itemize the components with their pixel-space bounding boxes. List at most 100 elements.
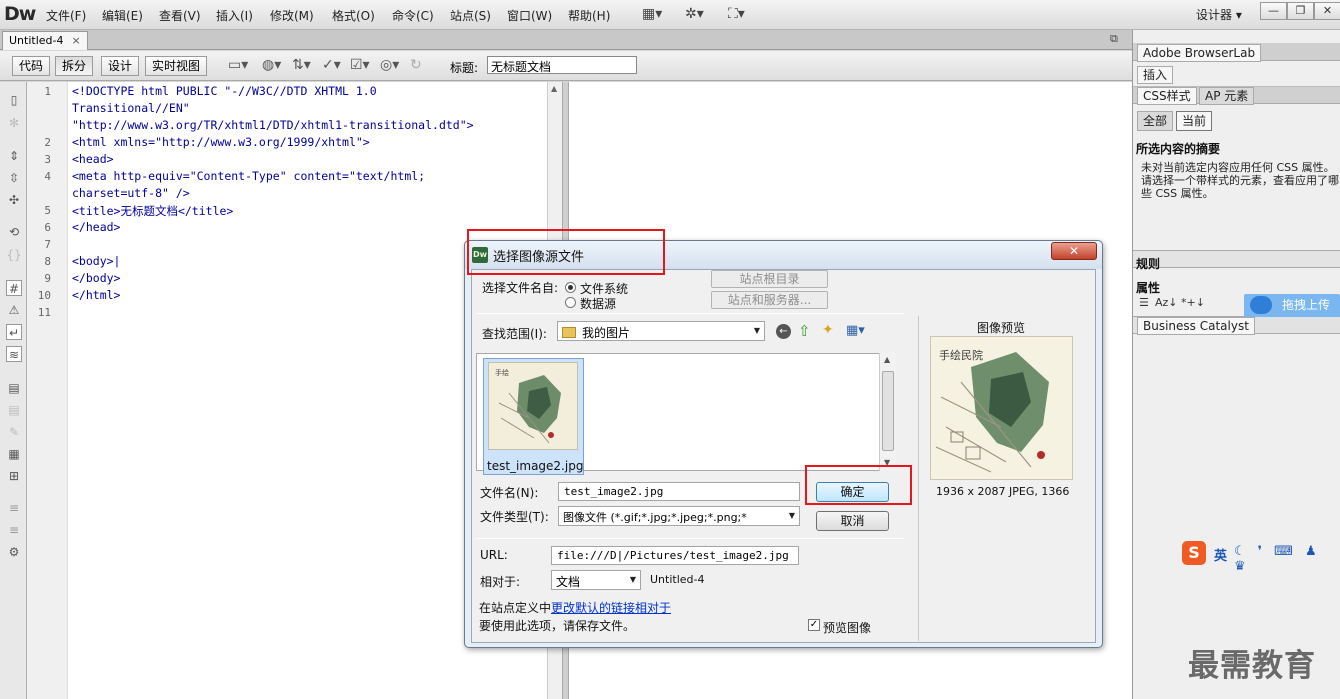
wrap-tag-icon[interactable]: ✎	[6, 424, 22, 440]
ime-tools-icon[interactable]: ☾ ❜ ⌨ ♟ ♛	[1234, 544, 1340, 574]
file-list-scrollbar[interactable]: ▲ ▼	[879, 353, 896, 471]
live-view-button[interactable]: 实时视图	[145, 56, 208, 76]
format-source-icon[interactable]: ⚙	[6, 544, 22, 560]
line-number: 4	[44, 170, 51, 183]
word-wrap-icon[interactable]: ↵	[6, 324, 22, 340]
coding-toolbar: ▯ ✻ ⇕ ⇳ ✣ ⟲ {} # ⚠ ↵ ≋ ▤ ▤ ✎ ▦ ⊞ ≡ ≡ ⚙	[0, 82, 27, 699]
tab-untitled-4[interactable]: Untitled-4 ×	[2, 31, 88, 50]
datasource-radio-label[interactable]: 数据源	[580, 295, 616, 312]
dialog-close-button[interactable]: ✕	[1051, 242, 1097, 260]
filetype-select[interactable]: 图像文件 (*.gif;*.jpg;*.jpeg;*.png;* ▼	[558, 506, 800, 526]
open-documents-icon[interactable]: ▯	[6, 92, 22, 108]
outdent-icon[interactable]: ≡	[6, 522, 22, 538]
file-management-icon[interactable]: ⇅▾	[292, 57, 311, 73]
sort-az-icon[interactable]: Az↓	[1155, 296, 1178, 309]
view-menu-icon[interactable]: ▦▾	[846, 323, 865, 338]
site-and-servers-button[interactable]: 站点和服务器...	[711, 291, 828, 309]
back-icon[interactable]: ←	[776, 324, 791, 339]
filename-input[interactable]: test_image2.jpg	[558, 482, 800, 501]
highlight-invalid-icon[interactable]: ⚠	[6, 302, 22, 318]
design-view-button[interactable]: 设计	[101, 56, 140, 76]
syntax-coloring-icon[interactable]: ≋	[6, 346, 22, 362]
collapse-selection-icon[interactable]: ⇳	[6, 170, 22, 186]
line-number: 8	[44, 255, 51, 268]
multiscreen-icon[interactable]: ▭▾	[228, 57, 248, 73]
look-in-select[interactable]: 我的图片 ▼	[557, 321, 765, 341]
menu-edit[interactable]: 编辑(E)	[102, 7, 143, 24]
restore-button[interactable]: ❐	[1287, 2, 1314, 20]
restore-doc-icon[interactable]: ⧉	[1110, 32, 1118, 46]
preview-checkbox[interactable]: ✓	[808, 619, 820, 631]
scroll-thumb[interactable]	[882, 371, 894, 451]
menu-help[interactable]: 帮助(H)	[568, 7, 610, 24]
datasource-radio[interactable]	[565, 297, 576, 308]
new-folder-icon[interactable]: ✦	[822, 322, 834, 338]
tab-insert[interactable]: 插入	[1137, 66, 1174, 84]
site-root-button[interactable]: 站点根目录	[711, 270, 828, 288]
look-in-label: 查找范围(I):	[482, 327, 547, 341]
menu-commands[interactable]: 命令(C)	[392, 7, 434, 24]
category-view-icon[interactable]: ☰	[1139, 296, 1149, 309]
ime-lang-label[interactable]: 英	[1214, 545, 1227, 564]
menu-file[interactable]: 文件(F)	[46, 7, 86, 24]
collapse-tag-icon[interactable]: ⇕	[6, 148, 22, 164]
line-numbers-icon[interactable]: #	[6, 280, 22, 296]
line-number: 10	[37, 289, 51, 302]
tab-close-icon[interactable]: ×	[71, 34, 80, 47]
balance-braces-icon[interactable]: {}	[6, 247, 22, 263]
apply-comment-icon[interactable]: ▤	[6, 380, 22, 396]
menu-window[interactable]: 窗口(W)	[507, 7, 552, 24]
change-default-link[interactable]: 更改默认的链接相对于	[551, 601, 671, 615]
url-input[interactable]: file:///D|/Pictures/test_image2.jpg	[551, 546, 799, 565]
tab-adobe-browserlab[interactable]: Adobe BrowserLab	[1137, 44, 1262, 62]
gear-icon[interactable]: ✲▾	[685, 6, 704, 22]
check-browser-icon[interactable]: ☑▾	[350, 57, 370, 73]
code-view-button[interactable]: 代码	[12, 56, 51, 76]
sogou-icon[interactable]: S	[1182, 541, 1206, 565]
remove-comment-icon[interactable]: ▤	[6, 402, 22, 418]
show-code-navigator-icon[interactable]: ✻	[6, 115, 22, 131]
scroll-up-icon[interactable]: ▲	[551, 84, 557, 93]
workspace-switcher[interactable]: 设计器 ▾	[1196, 6, 1242, 23]
split-view-button[interactable]: 拆分	[55, 56, 94, 76]
cancel-button[interactable]: 取消	[816, 511, 889, 531]
w3c-validation-icon[interactable]: ✓▾	[322, 57, 341, 73]
up-folder-icon[interactable]: ⇧	[798, 322, 811, 340]
menu-bar: Dw 文件(F) 编辑(E) 查看(V) 插入(I) 修改(M) 格式(O) 命…	[0, 0, 1340, 30]
set-properties-icon[interactable]: *+↓	[1181, 296, 1205, 309]
tab-css-styles[interactable]: CSS样式	[1137, 87, 1197, 105]
menu-site[interactable]: 站点(S)	[450, 7, 491, 24]
layout-icon[interactable]: ▦▾	[642, 6, 662, 22]
move-css-icon[interactable]: ⊞	[6, 468, 22, 484]
refresh-icon[interactable]: ↻	[410, 57, 422, 73]
filesystem-radio[interactable]	[565, 282, 576, 293]
minimize-button[interactable]: —	[1260, 2, 1287, 20]
document-title-input[interactable]: 无标题文档	[487, 56, 637, 74]
close-window-button[interactable]: ✕	[1314, 2, 1340, 20]
relative-to-label: 相对于:	[480, 575, 521, 589]
browser-preview-icon[interactable]: ◍▾	[262, 57, 281, 73]
all-mode-button[interactable]: 全部	[1137, 111, 1174, 131]
indent-icon[interactable]: ≡	[6, 500, 22, 516]
menu-modify[interactable]: 修改(M)	[270, 7, 314, 24]
relative-to-select[interactable]: 文档 ▼	[551, 570, 641, 590]
site-icon[interactable]: ⛶▾	[728, 6, 745, 22]
select-parent-tag-icon[interactable]: ⟲	[6, 224, 22, 240]
tab-business-catalyst[interactable]: Business Catalyst	[1137, 317, 1255, 335]
recent-snippets-icon[interactable]: ▦	[6, 446, 22, 462]
rules-divider[interactable]	[1133, 250, 1340, 268]
menu-insert[interactable]: 插入(I)	[216, 7, 253, 24]
scroll-up-icon[interactable]: ▲	[884, 355, 890, 364]
preview-checkbox-label[interactable]: 预览图像	[823, 619, 871, 636]
menu-view[interactable]: 查看(V)	[159, 7, 201, 24]
expand-all-icon[interactable]: ✣	[6, 192, 22, 208]
tab-ap-elements[interactable]: AP 元素	[1199, 87, 1255, 105]
visual-aids-icon[interactable]: ◎▾	[380, 57, 399, 73]
filename-label: 文件名(N):	[480, 486, 539, 500]
summary-text: 未对当前选定内容应用任何 CSS 属性。请选择一个带样式的元素，查看应用了哪些 …	[1141, 161, 1339, 200]
current-mode-button[interactable]: 当前	[1176, 111, 1213, 131]
menu-format[interactable]: 格式(O)	[332, 7, 375, 24]
drag-upload-badge[interactable]: 拖拽上传	[1244, 294, 1340, 317]
svg-text:手绘: 手绘	[495, 368, 509, 377]
ime-toolbar[interactable]: S 英 ☾ ❜ ⌨ ♟ ♛	[1182, 540, 1340, 574]
